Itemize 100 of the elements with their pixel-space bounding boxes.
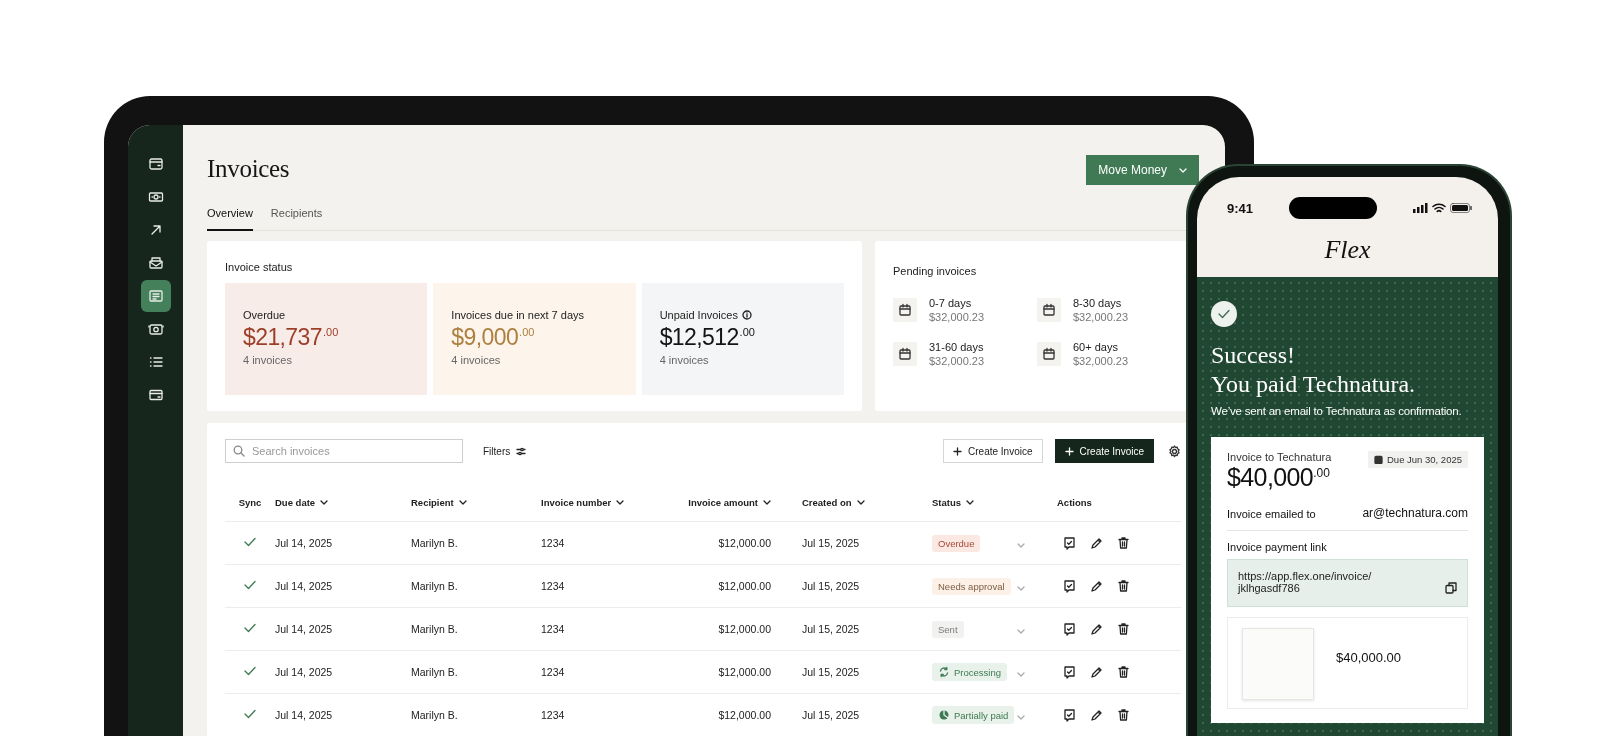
pie-chart-icon — [938, 709, 950, 721]
create-invoice-button[interactable]: Create Invoice — [1054, 439, 1154, 463]
chat-check-icon[interactable] — [1063, 622, 1076, 636]
column-header: Sync — [238, 496, 262, 508]
table-cell-text: Jul 15, 2025 — [801, 666, 860, 678]
filters-button[interactable]: Filters — [483, 445, 527, 457]
chat-check-icon[interactable] — [1063, 536, 1076, 550]
wallet-icon — [147, 156, 164, 172]
list-icon — [147, 354, 164, 370]
table-cell: 1234 — [541, 580, 565, 592]
status-badge: Needs approval — [932, 577, 1011, 595]
table-cell: $12,000.00 — [718, 666, 771, 678]
trash-icon[interactable] — [1117, 536, 1130, 550]
field-label: Invoice payment link — [1227, 540, 1328, 553]
table-cell: $12,000.00 — [718, 623, 771, 635]
trash-icon[interactable] — [1117, 665, 1130, 679]
stat-label: Unpaid Invoices — [659, 309, 738, 321]
bucket-amount: $32,000.23 — [1073, 311, 1129, 323]
pencil-icon[interactable] — [1090, 665, 1103, 679]
card-title: Pending invoices — [893, 265, 978, 277]
bucket-label: 8-30 days — [1073, 297, 1123, 309]
table-cell: Jul 14, 2025 — [275, 666, 333, 678]
chat-check-icon[interactable] — [1063, 708, 1076, 722]
column-header: Status — [932, 496, 962, 508]
envelope-icon — [147, 255, 164, 271]
success-check-icon — [1211, 301, 1237, 327]
status-badge: Partially paid — [932, 706, 1015, 724]
bucket-amount: $32,000.23 — [1073, 355, 1129, 367]
tab[interactable]: Recipients — [270, 203, 323, 231]
bucket-amount: $32,000.23 — [929, 311, 985, 323]
trash-icon[interactable] — [1117, 622, 1130, 636]
status-time: 9:41 — [1227, 200, 1254, 216]
column-header: Recipient — [411, 496, 454, 508]
receipt-icon — [147, 288, 164, 304]
success-heading: Success! You paid Technatura. — [1211, 341, 1417, 399]
tab[interactable]: Overview — [207, 203, 253, 231]
trash-icon[interactable] — [1117, 708, 1130, 722]
app-logo: Flex — [1324, 235, 1371, 265]
card-icon — [147, 387, 164, 403]
status-badge: Sent — [932, 620, 964, 638]
plus-icon — [953, 446, 963, 456]
table-cell-text: Jul 15, 2025 — [801, 623, 860, 635]
search-icon — [233, 445, 245, 457]
table-cell: Marilyn B. — [411, 580, 458, 592]
chevron-down-icon — [1017, 628, 1025, 634]
stat-note: 4 invoices — [659, 354, 710, 366]
table-cell: 1234 — [541, 666, 565, 678]
stat-label: Invoices due in next 7 days — [451, 309, 585, 321]
nav-button[interactable] — [140, 280, 171, 312]
stat-note: 4 invoices — [243, 354, 293, 366]
chat-check-icon[interactable] — [1063, 665, 1076, 679]
stat-note: 4 invoices — [451, 354, 502, 366]
chat-check-icon[interactable] — [1063, 579, 1076, 593]
field-label: Invoice emailed to — [1227, 507, 1316, 520]
pencil-icon[interactable] — [1090, 708, 1103, 722]
bucket-amount: $32,000.23 — [929, 355, 985, 367]
table-cell: $12,000.00 — [718, 580, 771, 592]
column-header: Invoice number — [541, 496, 612, 508]
column-header: Due date — [275, 496, 316, 508]
invoice-title: Invoice to Technatura — [1227, 450, 1332, 463]
email-address: ar@technatura.com — [1362, 505, 1468, 520]
table-cell: Marilyn B. — [411, 666, 458, 678]
table-cell: Jul 14, 2025 — [275, 580, 333, 592]
table-cell: Marilyn B. — [411, 537, 458, 549]
create-invoice-button[interactable]: Create Invoice — [943, 439, 1043, 463]
pencil-icon[interactable] — [1090, 579, 1103, 593]
column-header: Actions — [1057, 496, 1092, 508]
copy-icon — [1445, 581, 1457, 594]
pencil-icon[interactable] — [1090, 622, 1103, 636]
due-date-badge: Due Jun 30, 2025 — [1368, 450, 1468, 468]
table-cell: Jul 14, 2025 — [275, 623, 333, 635]
pencil-icon[interactable] — [1090, 536, 1103, 550]
chevron-down-icon — [1179, 167, 1187, 173]
status-badge: Overdue — [932, 534, 981, 552]
search-field[interactable]: Search invoices — [225, 439, 463, 463]
stat-label: Overdue — [243, 309, 286, 321]
move-money-button[interactable]: Move Money — [1086, 155, 1199, 185]
sync-icon — [938, 666, 950, 678]
stat-amount: $21,737$^{.00}$ — [243, 324, 340, 351]
wifi-icon — [1432, 203, 1446, 213]
plus-icon — [1064, 446, 1074, 456]
success-message: We’ve sent an email to Technatura as confirmation. — [1211, 404, 1463, 417]
sliders-icon — [516, 446, 527, 456]
stat-amount: $9,000$^{.00}$ — [451, 324, 536, 351]
table-cell: $12,000.00 — [718, 537, 771, 549]
table-cell-text: Jul 15, 2025 — [801, 537, 860, 549]
bucket-label: 31-60 days — [929, 341, 985, 353]
payment-link-field[interactable]: https://app.flex.one/invoice/ jklhgasdf786 — [1227, 558, 1468, 607]
table-cell: Marilyn B. — [411, 709, 458, 721]
battery-icon — [1450, 203, 1472, 213]
bucket-label: 60+ days — [1073, 341, 1119, 353]
settings-icon[interactable] — [1168, 444, 1181, 458]
chevron-down-icon — [1017, 714, 1025, 720]
chevron-down-icon — [1017, 542, 1025, 548]
table-cell: $12,000.00 — [718, 709, 771, 721]
column-header: Created on — [802, 496, 852, 508]
table-cell: 1234 — [541, 537, 565, 549]
signal-icon — [1412, 203, 1428, 213]
trash-icon[interactable] — [1117, 579, 1130, 593]
table-cell: Jul 14, 2025 — [275, 709, 333, 721]
